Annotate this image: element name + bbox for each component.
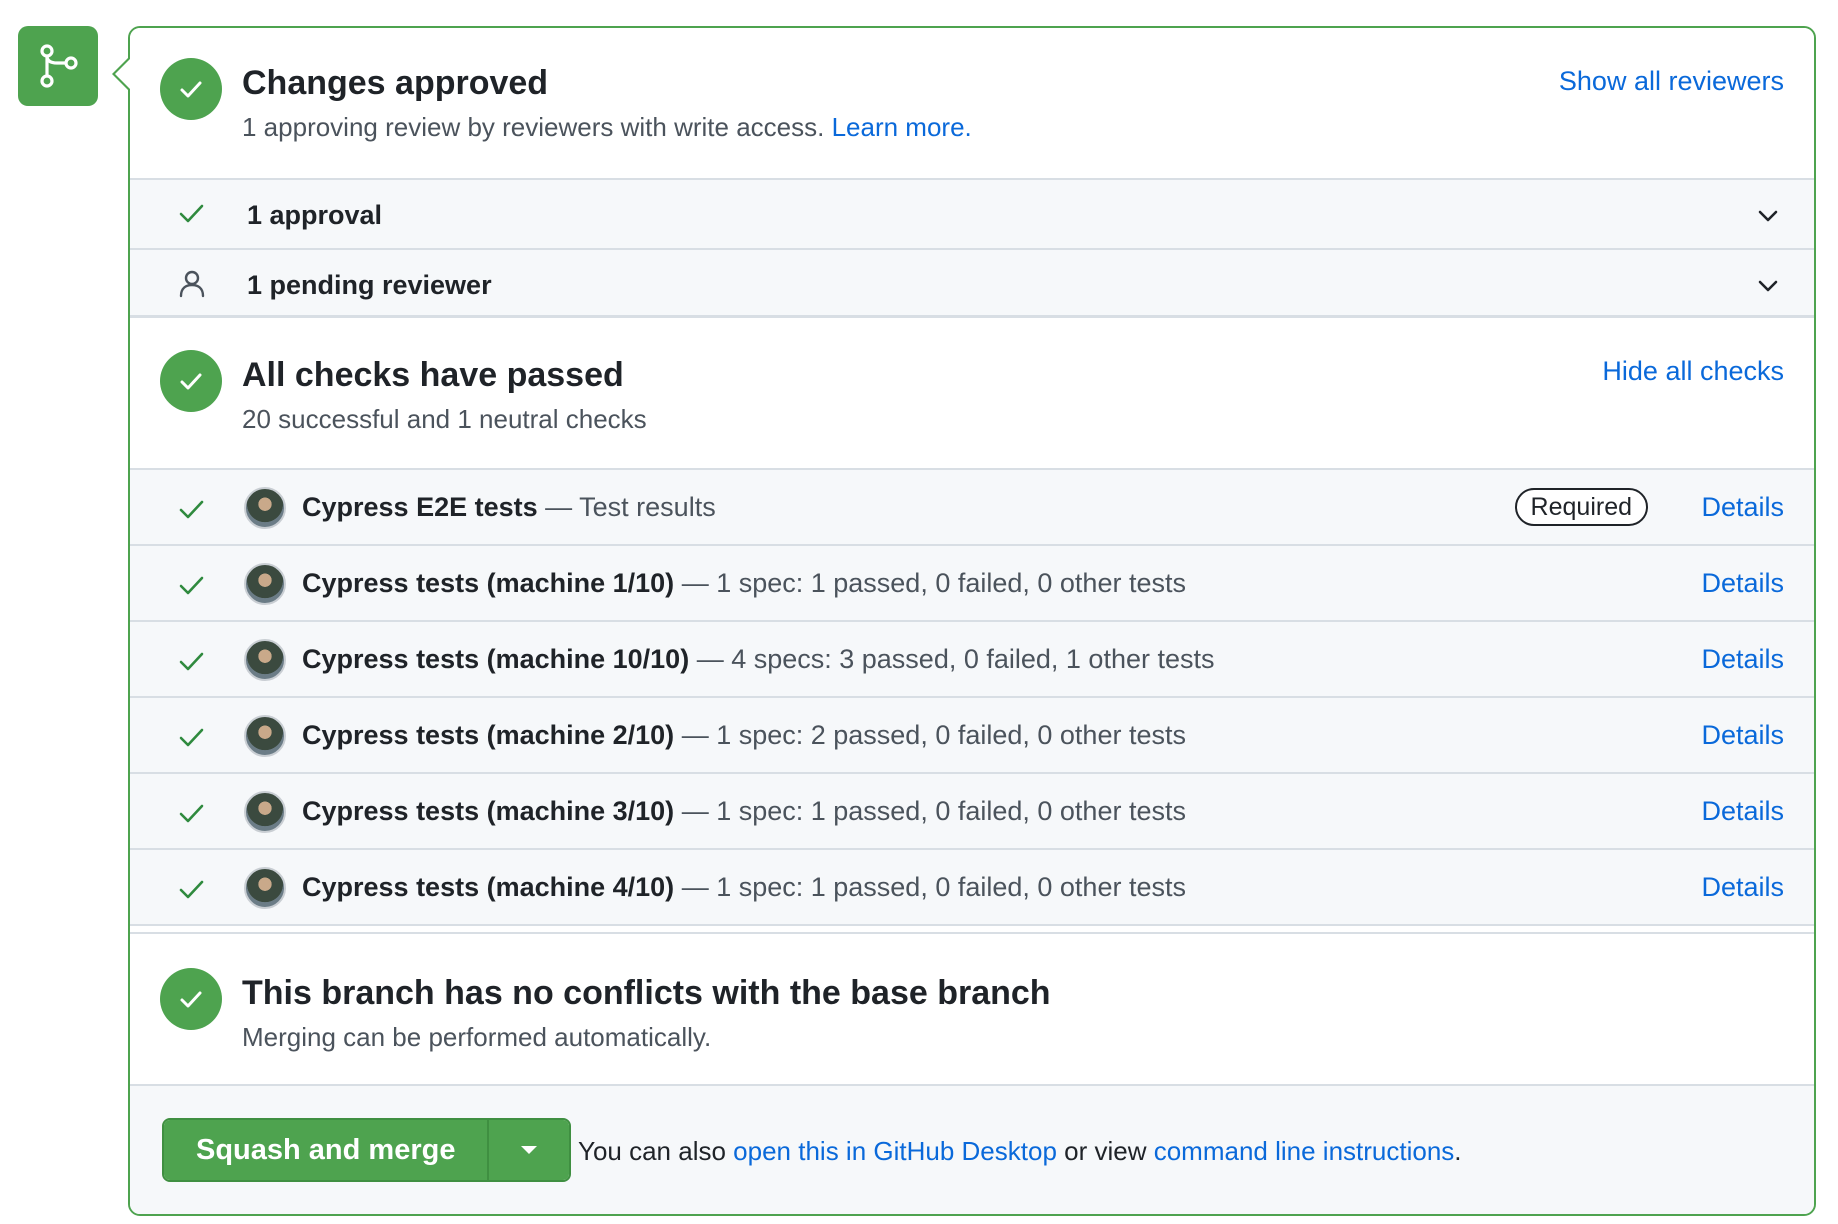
check-row: Cypress tests (machine 10/10) — 4 specs:… xyxy=(130,622,1814,698)
avatar xyxy=(244,791,286,833)
details-link[interactable]: Details xyxy=(1701,644,1784,675)
check-row: Cypress tests (machine 4/10) — 1 spec: 1… xyxy=(130,850,1814,926)
github-desktop-link[interactable]: open this in GitHub Desktop xyxy=(733,1136,1057,1166)
check-icon xyxy=(179,576,204,595)
checks-title: All checks have passed xyxy=(242,356,624,394)
merge-box: Changes approved 1 approving review by r… xyxy=(128,26,1816,1216)
check-text: Cypress tests (machine 2/10) — 1 spec: 2… xyxy=(302,720,1186,751)
details-link[interactable]: Details xyxy=(1701,492,1784,523)
check-row: Cypress E2E tests — Test results Require… xyxy=(130,470,1814,546)
check-name: Cypress tests (machine 3/10) xyxy=(302,796,675,826)
check-description: — 1 spec: 2 passed, 0 failed, 0 other te… xyxy=(674,720,1186,750)
approval-row-label: 1 approval xyxy=(247,200,383,230)
merge-text-middle: or view xyxy=(1056,1136,1154,1166)
chevron-down-icon[interactable] xyxy=(1754,202,1782,230)
merge-badge xyxy=(18,26,98,106)
checks-list: Cypress E2E tests — Test results Require… xyxy=(130,468,1814,926)
conflicts-section: This branch has no conflicts with the ba… xyxy=(130,934,1814,1086)
learn-more-link[interactable]: Learn more. xyxy=(832,112,972,142)
details-link[interactable]: Details xyxy=(1701,568,1784,599)
check-text: Cypress E2E tests — Test results xyxy=(302,492,716,523)
merge-alternatives-text: You can also open this in GitHub Desktop… xyxy=(578,1136,1462,1167)
check-icon xyxy=(179,652,204,671)
hide-all-checks-link[interactable]: Hide all checks xyxy=(1602,356,1784,387)
checks-status-icon xyxy=(160,350,222,412)
triangle-down-icon xyxy=(521,1146,538,1154)
check-row: Cypress tests (machine 3/10) — 1 spec: 1… xyxy=(130,774,1814,850)
check-text: Cypress tests (machine 1/10) — 1 spec: 1… xyxy=(302,568,1186,599)
check-name: Cypress tests (machine 2/10) xyxy=(302,720,675,750)
check-icon xyxy=(180,373,202,390)
check-icon xyxy=(179,804,204,823)
approvals-section: Changes approved 1 approving review by r… xyxy=(130,28,1814,178)
merge-text-suffix: . xyxy=(1454,1136,1462,1166)
avatar xyxy=(244,487,286,529)
checks-scroll-edge xyxy=(130,926,1814,934)
check-description: — 1 spec: 1 passed, 0 failed, 0 other te… xyxy=(674,568,1186,598)
avatar xyxy=(244,867,286,909)
approval-row[interactable]: 1 approval xyxy=(130,178,1814,248)
details-link[interactable]: Details xyxy=(1701,872,1784,903)
merge-button-group: Squash and merge xyxy=(162,1118,572,1182)
squash-and-merge-button[interactable]: Squash and merge xyxy=(164,1120,488,1180)
avatar xyxy=(244,563,286,605)
check-row: Cypress tests (machine 1/10) — 1 spec: 1… xyxy=(130,546,1814,622)
required-badge: Required xyxy=(1514,488,1648,526)
checks-subtitle: 20 successful and 1 neutral checks xyxy=(242,404,647,434)
git-branch-icon xyxy=(40,44,78,88)
check-description: — 1 spec: 1 passed, 0 failed, 0 other te… xyxy=(674,796,1186,826)
check-icon xyxy=(180,81,202,98)
approved-status-icon xyxy=(160,58,222,120)
avatar xyxy=(244,639,286,681)
check-name: Cypress tests (machine 10/10) xyxy=(302,644,690,674)
conflicts-status-icon xyxy=(160,968,222,1030)
check-icon xyxy=(179,728,204,747)
check-icon xyxy=(180,991,202,1008)
avatar xyxy=(244,715,286,757)
check-name: Cypress tests (machine 4/10) xyxy=(302,872,675,902)
checks-section: All checks have passed 20 successful and… xyxy=(130,318,1814,468)
check-description: — 4 specs: 3 passed, 0 failed, 1 other t… xyxy=(689,644,1215,674)
merge-method-dropdown-button[interactable] xyxy=(487,1120,570,1180)
check-icon xyxy=(179,500,204,519)
check-text: Cypress tests (machine 10/10) — 4 specs:… xyxy=(302,644,1215,675)
details-link[interactable]: Details xyxy=(1701,796,1784,827)
chevron-down-icon[interactable] xyxy=(1754,272,1782,300)
pending-reviewer-row[interactable]: 1 pending reviewer xyxy=(130,248,1814,318)
check-description: — Test results xyxy=(537,492,716,522)
show-all-reviewers-link[interactable]: Show all reviewers xyxy=(1559,66,1784,97)
merge-text-prefix: You can also xyxy=(578,1136,734,1166)
approvals-subtitle-text: 1 approving review by reviewers with wri… xyxy=(242,112,825,142)
person-icon xyxy=(179,270,205,298)
conflicts-title: This branch has no conflicts with the ba… xyxy=(242,974,1051,1012)
check-icon xyxy=(179,880,204,899)
details-link[interactable]: Details xyxy=(1701,720,1784,751)
command-line-instructions-link[interactable]: command line instructions xyxy=(1154,1136,1455,1166)
check-name: Cypress E2E tests xyxy=(302,492,538,522)
pending-reviewer-label: 1 pending reviewer xyxy=(247,270,492,300)
approvals-title: Changes approved xyxy=(242,64,549,102)
check-row: Cypress tests (machine 2/10) — 1 spec: 2… xyxy=(130,698,1814,774)
check-text: Cypress tests (machine 3/10) — 1 spec: 1… xyxy=(302,796,1186,827)
check-icon xyxy=(179,204,204,223)
merge-footer: Squash and merge You can also open this … xyxy=(130,1086,1814,1214)
conflicts-subtitle: Merging can be performed automatically. xyxy=(242,1022,712,1052)
check-text: Cypress tests (machine 4/10) — 1 spec: 1… xyxy=(302,872,1186,903)
merge-panel-page: Changes approved 1 approving review by r… xyxy=(0,0,1838,1224)
check-description: — 1 spec: 1 passed, 0 failed, 0 other te… xyxy=(674,872,1186,902)
box-pointer-inner xyxy=(115,58,131,90)
check-name: Cypress tests (machine 1/10) xyxy=(302,568,675,598)
approvals-subtitle: 1 approving review by reviewers with wri… xyxy=(242,112,972,143)
